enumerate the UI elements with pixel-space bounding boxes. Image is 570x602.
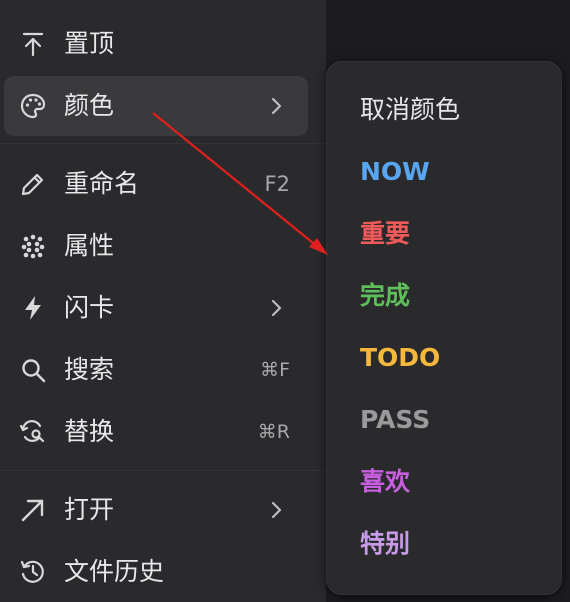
open-arrow-icon [18, 495, 48, 525]
palette-icon [18, 91, 48, 121]
menu-item-properties[interactable]: 属性 [4, 216, 308, 276]
color-option-todo[interactable]: TODO [360, 338, 440, 378]
menu-item-file-history[interactable]: 文件历史 [4, 542, 308, 602]
menu-item-label: 重命名 [64, 169, 140, 198]
menu-item-search[interactable]: 搜索 ⌘F [4, 340, 308, 400]
color-option-clear[interactable]: 取消颜色 [360, 90, 460, 130]
menu-item-pin-top[interactable]: 置顶 [4, 14, 308, 74]
color-submenu: 取消颜色 NOW 重要 完成 TODO PASS 喜欢 特别 [326, 61, 562, 595]
color-option-now[interactable]: NOW [360, 152, 430, 192]
color-option-done[interactable]: 完成 [360, 276, 410, 316]
menu-item-color[interactable]: 颜色 [4, 76, 308, 136]
menu-item-open[interactable]: 打开 [4, 480, 308, 540]
color-option-special[interactable]: 特别 [360, 524, 410, 564]
search-icon [18, 355, 48, 385]
menu-item-label: 置顶 [64, 29, 115, 58]
context-menu: 置顶 颜色 重命名 F2 属性 闪卡 搜索 ⌘F 替换 ⌘R 打开 文件历史 [0, 0, 326, 602]
chevron-right-icon [271, 299, 282, 317]
history-icon [18, 557, 48, 587]
menu-item-flashcard[interactable]: 闪卡 [4, 278, 308, 338]
menu-item-label: 打开 [64, 495, 115, 524]
menu-item-rename[interactable]: 重命名 F2 [4, 154, 308, 214]
menu-item-label: 搜索 [64, 355, 115, 384]
menu-item-label: 属性 [64, 231, 115, 260]
shortcut-label: ⌘R [257, 421, 290, 443]
shortcut-label: ⌘F [260, 359, 290, 381]
chevron-right-icon [271, 97, 282, 115]
menu-item-label: 颜色 [64, 91, 115, 120]
color-option-like[interactable]: 喜欢 [360, 462, 410, 502]
replace-icon [18, 417, 48, 447]
pin-top-icon [18, 29, 48, 59]
chevron-right-icon [271, 501, 282, 519]
menu-item-label: 替换 [64, 417, 115, 446]
menu-item-label: 文件历史 [64, 557, 165, 586]
pencil-icon [18, 169, 48, 199]
menu-item-replace[interactable]: 替换 ⌘R [4, 402, 308, 462]
menu-divider [0, 143, 326, 144]
color-option-pass[interactable]: PASS [360, 400, 430, 440]
menu-divider [0, 470, 326, 471]
menu-item-label: 闪卡 [64, 293, 115, 322]
lightning-icon [18, 293, 48, 323]
shortcut-label: F2 [264, 172, 290, 196]
properties-dots-icon [18, 231, 48, 261]
color-option-important[interactable]: 重要 [360, 214, 410, 254]
